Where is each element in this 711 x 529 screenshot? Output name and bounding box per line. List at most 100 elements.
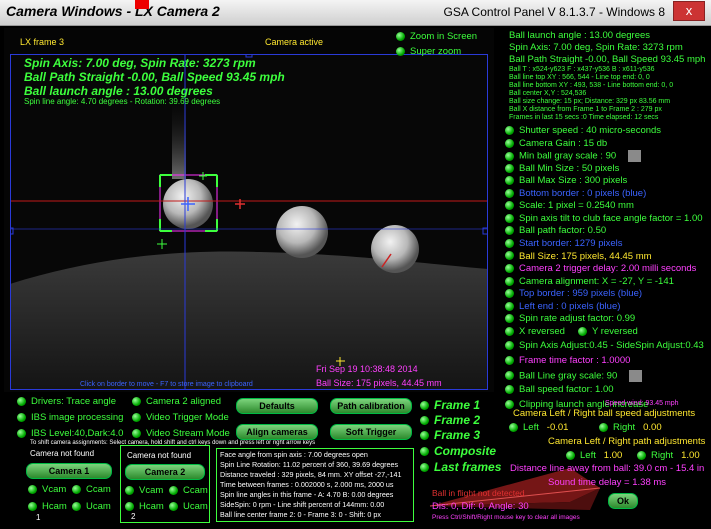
camera1-ccam[interactable]: Ccam <box>72 484 111 495</box>
setting-row[interactable]: Ball Size: 175 pixels, 44.45 mm <box>505 251 652 262</box>
setting-row[interactable]: Ball Min Size : 50 pixels <box>505 163 619 174</box>
camera1-ucam[interactable]: Ucam <box>72 501 111 512</box>
setting-row[interactable]: Top border : 959 pixels (blue) <box>505 288 642 299</box>
super-zoom-option[interactable]: Super zoom <box>396 46 461 57</box>
setting-row[interactable]: Ball speed factor: 1.00 <box>505 384 614 395</box>
setting-row[interactable]: Spin axis tilt to club face angle factor… <box>505 213 703 224</box>
x-reversed-option[interactable]: X reversed <box>505 326 565 337</box>
radio-dot-icon <box>28 484 37 494</box>
composite-option[interactable]: Composite <box>420 444 496 458</box>
setting-label: Ball Size: 175 pixels, 44.45 mm <box>519 250 652 262</box>
camera2-group: Camera not found Camera 2 Vcam Ccam Hcam… <box>120 445 210 523</box>
setting-row[interactable]: Start border: 1279 pixels <box>505 238 623 249</box>
zoom-in-screen-option[interactable]: Zoom in Screen <box>396 31 477 42</box>
speed-wind: Speed wind: 93.45 mph <box>605 400 679 407</box>
drivers-trace-option[interactable]: Drivers: Trace angle <box>17 396 116 407</box>
setting-row[interactable]: Camera alignment: X = -27, Y = -141 <box>505 276 674 287</box>
setting-row[interactable]: Camera Gain : 15 db <box>505 138 607 149</box>
radio-dot-icon <box>17 412 26 422</box>
camera2-vcam[interactable]: Vcam <box>125 485 163 496</box>
setting-label: Camera alignment: X = -27, Y = -141 <box>519 275 674 287</box>
info-line-3: Ball line bottom XY : 493, 538 - Line bo… <box>509 82 674 89</box>
radio-dot-icon <box>28 501 37 511</box>
setting-row[interactable]: Spin Axis Adjust:0.45 - SideSpin Adjust:… <box>505 340 704 351</box>
radio-dot-icon <box>420 431 429 441</box>
stats-line: Ball line center frame 2: 0 - Frame 3: 0… <box>220 510 381 519</box>
radio-dot-icon <box>132 412 141 422</box>
camera1-number: 1 <box>36 513 41 522</box>
setting-row[interactable]: Frame time factor : 1.0000 <box>505 355 630 366</box>
gray-scale-swatch <box>628 150 642 163</box>
radio-dot-icon <box>637 450 646 460</box>
overlay-launch: Ball launch angle : 13.00 degrees <box>24 84 213 98</box>
radio-dot-icon <box>505 340 514 350</box>
info-line-5: Ball size change: 15 px; Distance: 329 p… <box>509 98 671 105</box>
camera2-ccam[interactable]: Ccam <box>169 485 208 496</box>
setting-label: Spin Axis Adjust:0.45 - SideSpin Adjust:… <box>519 340 704 351</box>
defaults-button[interactable]: Defaults <box>236 398 318 414</box>
close-button[interactable]: x <box>673 1 705 21</box>
radio-dot-icon <box>509 422 518 432</box>
setting-row[interactable]: Spin rate adjust factor: 0.99 <box>505 313 635 324</box>
panel-title: GSA Control Panel V 8.1.3.7 - Windows 8 <box>443 5 665 19</box>
setting-row[interactable]: Ball Line gray scale: 90 <box>505 369 643 382</box>
not-detected: Ball in flight not detected <box>432 488 525 498</box>
stats-line: Time between frames : 0.002000 s, 2.000 … <box>220 480 394 489</box>
radio-dot-icon <box>505 188 514 198</box>
press-hint: Press Ctrl/Shift/Right mouse key to clea… <box>432 514 580 521</box>
info-line-4: Ball center X,Y : 524,536 <box>509 90 587 97</box>
lr-path-right[interactable]: Right 1.00 <box>637 450 700 461</box>
path-calibration-button[interactable]: Path calibration <box>330 398 412 414</box>
setting-row[interactable]: Bottom border : 0 pixels (blue) <box>505 188 646 199</box>
camera1-vcam[interactable]: Vcam <box>28 484 66 495</box>
setting-row[interactable]: Left end : 0 pixels (blue) <box>505 301 620 312</box>
camera2-ucam[interactable]: Ucam <box>169 501 208 512</box>
video-trigger-option[interactable]: Video Trigger Mode <box>132 412 229 423</box>
camera1-hcam[interactable]: Hcam <box>28 501 67 512</box>
ibs-level-option[interactable]: IBS Level:40,Dark:4.0 <box>17 428 123 439</box>
camera2-hcam[interactable]: Hcam <box>125 501 164 512</box>
setting-row[interactable]: Shutter speed : 40 micro-seconds <box>505 125 661 136</box>
radio-dot-icon <box>578 326 587 336</box>
camera2-button[interactable]: Camera 2 <box>125 464 205 480</box>
title-bar: Camera Windows - LX Camera 2 GSA Control… <box>0 0 711 26</box>
radio-dot-icon <box>420 416 429 426</box>
frame3-option[interactable]: Frame 3 <box>420 428 480 442</box>
radio-dot-icon <box>505 176 514 186</box>
setting-row[interactable]: Scale: 1 pixel = 0.2540 mm <box>505 200 634 211</box>
radio-dot-icon <box>420 463 429 473</box>
radio-dot-icon <box>17 396 26 406</box>
setting-label: Ball Line gray scale: 90 <box>519 370 618 382</box>
gray-scale-swatch <box>629 369 643 382</box>
ibs-processing-option[interactable]: IBS image processing <box>17 412 123 423</box>
info-launch: Ball launch angle : 13.00 degrees <box>509 30 651 41</box>
frame1-option[interactable]: Frame 1 <box>420 398 480 412</box>
sound-delay: Sound time delay = 1.38 ms <box>548 477 667 488</box>
setting-row[interactable]: Min ball gray scale : 90 <box>505 150 642 163</box>
last-frames-option[interactable]: Last frames <box>420 460 501 474</box>
frame2-option[interactable]: Frame 2 <box>420 413 480 427</box>
align-cameras-button[interactable]: Align cameras <box>236 424 318 440</box>
setting-label: Camera 2 trigger delay: 2.00 milli secon… <box>519 263 697 275</box>
lr-speed-left[interactable]: Left -0.01 <box>509 422 568 433</box>
radio-dot-icon <box>72 501 81 511</box>
setting-row[interactable]: Ball Max Size : 300 pixels <box>505 175 627 186</box>
radio-dot-icon <box>505 201 514 211</box>
setting-row[interactable]: Ball path factor: 0.50 <box>505 225 606 236</box>
radio-dot-icon <box>505 355 514 365</box>
video-stream-option[interactable]: Video Stream Mode <box>132 428 230 439</box>
setting-label: Spin rate adjust factor: 0.99 <box>519 313 636 325</box>
lr-speed-right[interactable]: Right 0.00 <box>599 422 662 433</box>
radio-dot-icon <box>17 428 26 438</box>
setting-row[interactable]: Camera 2 trigger delay: 2.00 milli secon… <box>505 263 696 274</box>
radio-dot-icon <box>505 213 514 223</box>
camera1-button[interactable]: Camera 1 <box>26 463 112 479</box>
y-reversed-option[interactable]: Y reversed <box>578 326 638 337</box>
camera2-aligned-option[interactable]: Camera 2 aligned <box>132 396 221 407</box>
stats-box: Face angle from spin axis : 7.00 degrees… <box>216 448 414 522</box>
overlay-path: Ball Path Straight -0.00, Ball Speed 93.… <box>24 70 285 84</box>
setting-label: Shutter speed : 40 micro-seconds <box>519 125 662 136</box>
overlay-spin: Spin Axis: 7.00 deg, Spin Rate: 3273 rpm <box>24 56 256 70</box>
ok-button[interactable]: Ok <box>608 493 638 509</box>
soft-trigger-button[interactable]: Soft Trigger <box>330 424 412 440</box>
